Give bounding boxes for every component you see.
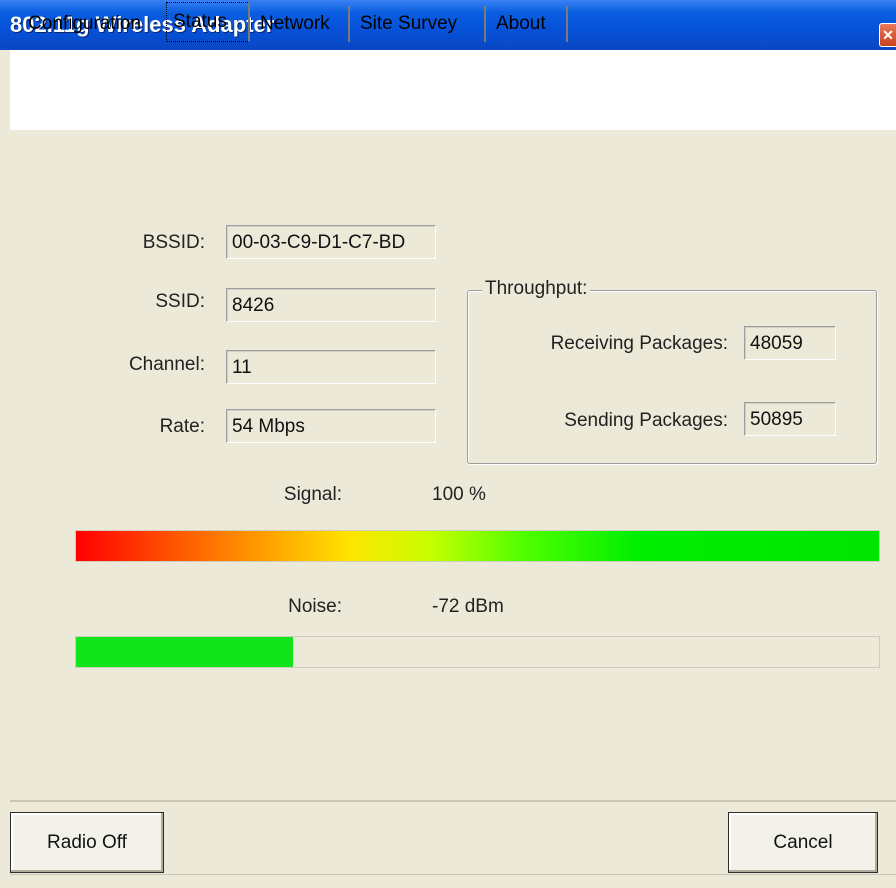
noise-value: -72 dBm — [432, 596, 504, 617]
divider — [10, 800, 896, 802]
throughput-title: Throughput: — [482, 278, 591, 300]
header-panel — [10, 50, 896, 130]
window-frame — [0, 50, 10, 887]
tab-network[interactable]: Network — [250, 6, 350, 42]
sending-packages-label: Sending Packages: — [564, 410, 728, 431]
bssid-label: BSSID: — [142, 232, 205, 253]
cancel-button[interactable]: Cancel — [728, 812, 878, 873]
ssid-label: SSID: — [155, 291, 205, 312]
receiving-packages-field: 48059 — [744, 326, 836, 360]
signal-bar — [75, 530, 880, 562]
receiving-packages-label: Receiving Packages: — [550, 333, 728, 354]
channel-label: Channel: — [128, 354, 205, 375]
sending-packages-field: 50895 — [744, 402, 836, 436]
bssid-field: 00-03-C9-D1-C7-BD — [226, 225, 436, 259]
rate-field: 54 Mbps — [226, 409, 436, 443]
tab-configuration[interactable]: Configuration — [18, 6, 160, 42]
tab-about[interactable]: About — [486, 6, 568, 42]
noise-label: Noise: — [288, 596, 342, 617]
noise-bar-fill — [76, 637, 293, 667]
throughput-group — [467, 290, 877, 464]
radio-off-button[interactable]: Radio Off — [10, 812, 164, 873]
bottom-edge — [10, 874, 896, 888]
rate-label: Rate: — [159, 416, 205, 437]
signal-bar-fill — [76, 531, 879, 561]
noise-bar — [75, 636, 880, 668]
signal-label: Signal: — [283, 484, 342, 505]
ssid-field: 8426 — [226, 288, 436, 322]
channel-field: 11 — [226, 350, 436, 384]
signal-value: 100 % — [432, 484, 486, 505]
tab-site-survey[interactable]: Site Survey — [350, 6, 486, 42]
close-icon[interactable]: ✕ — [879, 23, 896, 47]
tab-status[interactable]: Status — [166, 2, 250, 42]
